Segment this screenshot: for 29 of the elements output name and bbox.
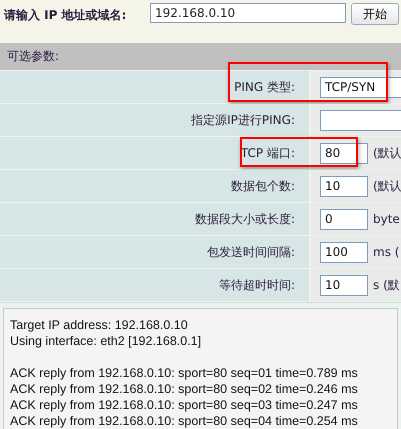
field-label: 包发送时间间隔:	[206, 244, 295, 260]
select-field[interactable]: TCP/SYN	[320, 76, 401, 98]
input-field[interactable]: 10	[320, 176, 368, 196]
prompt-label: 请输入 IP 地址或域名:	[4, 7, 128, 24]
unit-label: (默认	[373, 144, 401, 162]
output-line: Target IP address: 192.168.0.10	[10, 317, 189, 333]
field-label: TCP 端口:	[240, 144, 295, 162]
unit-label: ms (	[373, 245, 400, 259]
output-line: ACK reply from 192.168.0.10: sport=80 seq=02 time=0.246 ms	[10, 381, 359, 397]
section-header: 可选参数:	[0, 43, 401, 71]
input-field[interactable]	[320, 110, 401, 130]
unit-label: byte	[373, 212, 400, 226]
field-label: 数据包个数:	[230, 178, 295, 194]
output-line: ACK reply from 192.168.0.10: sport=80 seq=01 time=0.789 ms	[10, 365, 359, 381]
input-field[interactable]: 80	[320, 142, 368, 164]
input-field[interactable]: 100	[320, 242, 368, 262]
output-line: ACK reply from 192.168.0.10: sport=80 seq=03 time=0.247 ms	[10, 397, 359, 413]
input-field[interactable]: 0	[320, 208, 368, 230]
start-button[interactable]: 开始	[351, 3, 399, 25]
output-line: ACK reply from 192.168.0.10: sport=80 seq=04 time=0.254 ms	[10, 413, 359, 429]
input-field[interactable]: 10	[320, 274, 368, 296]
address-field[interactable]: 192.168.0.10	[150, 3, 346, 23]
field-label: 等待超时时间:	[218, 276, 295, 294]
unit-label: (默认	[373, 178, 401, 194]
field-label: PING 类型:	[234, 78, 295, 96]
output-line: Using interface: eth2 [192.168.0.1]	[10, 333, 202, 349]
field-label: 指定源IP进行PING:	[191, 112, 295, 128]
unit-label: s (默	[373, 276, 400, 294]
field-label: 数据段大小或长度:	[194, 210, 295, 228]
